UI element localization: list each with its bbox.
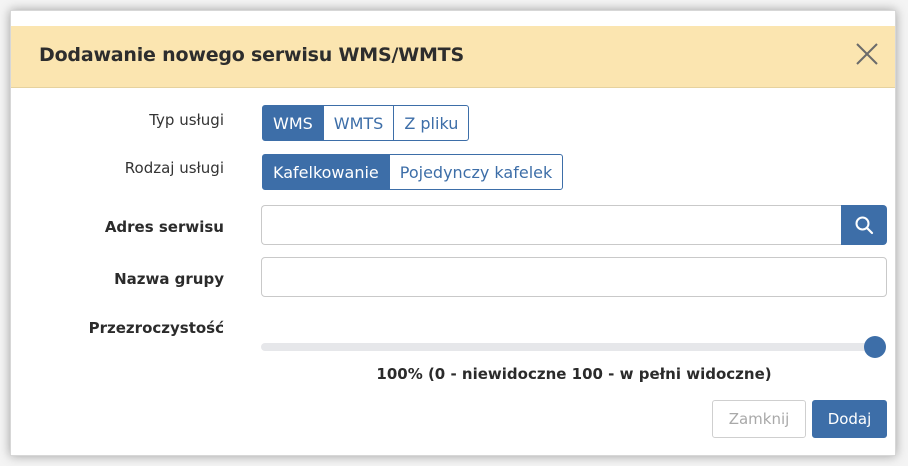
service-type-label: Typ usługi (149, 111, 224, 129)
close-button[interactable] (851, 38, 883, 70)
service-kind-tiled[interactable]: Kafelkowanie (262, 154, 390, 190)
search-button[interactable] (841, 205, 887, 245)
add-button[interactable]: Dodaj (812, 400, 887, 438)
add-service-dialog: Dodawanie nowego serwisu WMS/WMTS Typ us… (10, 10, 896, 456)
opacity-slider[interactable] (261, 336, 887, 358)
close-icon (856, 43, 878, 65)
group-name-wrap (261, 257, 887, 297)
close-dialog-button[interactable]: Zamknij (712, 400, 806, 438)
service-address-label: Adres serwisu (104, 218, 224, 236)
opacity-label: Przezroczystość (88, 319, 224, 337)
service-address-input[interactable] (261, 205, 841, 245)
search-icon (855, 216, 874, 235)
page: Dodawanie nowego serwisu WMS/WMTS Typ us… (0, 0, 908, 466)
service-type-wmts[interactable]: WMTS (322, 105, 395, 141)
opacity-description: 100% (0 - niewidoczne 100 - w pełni wido… (376, 365, 772, 383)
service-kind-label: Rodzaj usługi (124, 159, 224, 177)
opacity-slider-track[interactable] (261, 343, 875, 351)
service-kind-group: Kafelkowanie Pojedynczy kafelek (262, 154, 564, 190)
group-name-input[interactable] (261, 257, 887, 297)
service-kind-single-tile[interactable]: Pojedynczy kafelek (388, 154, 564, 190)
dialog-header: Dodawanie nowego serwisu WMS/WMTS (11, 26, 895, 88)
group-name-label: Nazwa grupy (114, 270, 224, 288)
service-type-wms[interactable]: WMS (262, 105, 324, 141)
service-type-group: WMS WMTS Z pliku (262, 105, 470, 141)
service-address-wrap (261, 205, 887, 245)
opacity-slider-handle[interactable] (864, 336, 886, 358)
service-type-file[interactable]: Z pliku (393, 105, 470, 141)
dialog-title: Dodawanie nowego serwisu WMS/WMTS (39, 44, 464, 66)
